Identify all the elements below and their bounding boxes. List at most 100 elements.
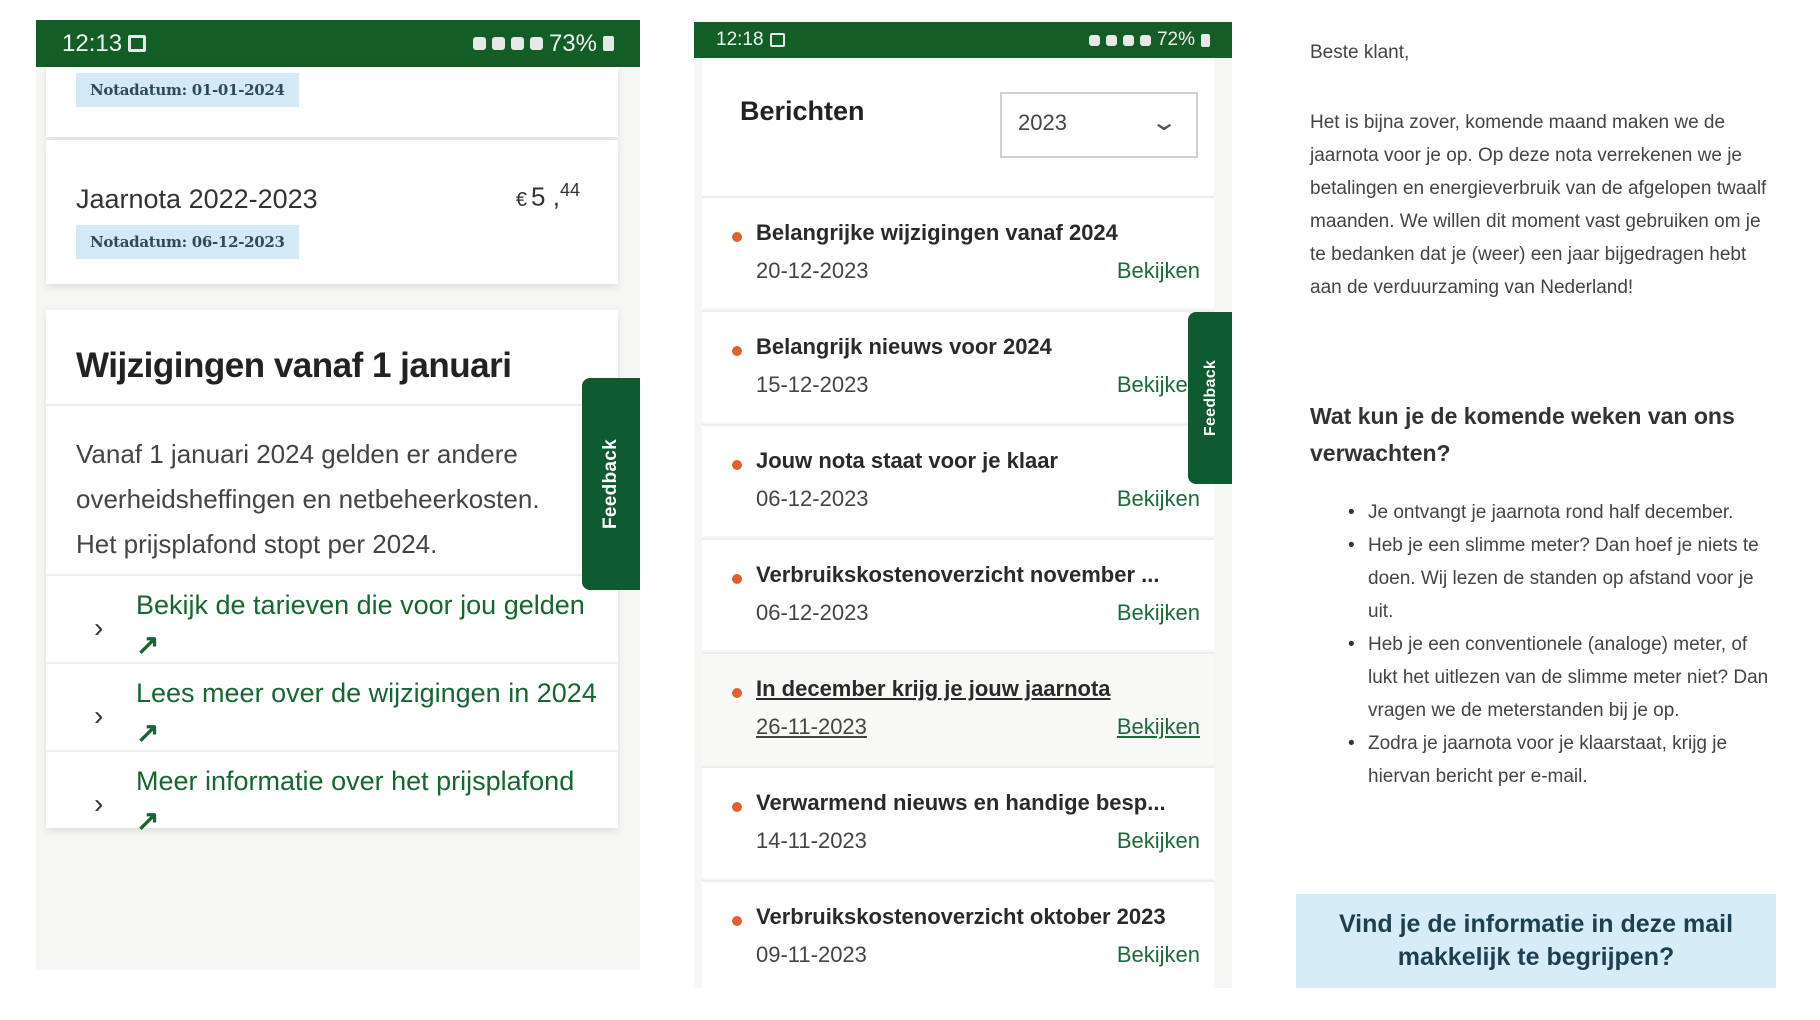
gallery-icon [769, 33, 785, 47]
email-subheading: Wat kun je de komende weken van ons verw… [1310, 403, 1735, 466]
changes-body-line: overheidsheffingen en netbeheerkosten. [76, 484, 540, 514]
battery-icon [603, 36, 614, 51]
feedback-tab[interactable]: Feedback [1188, 312, 1232, 484]
message-view-link[interactable]: Bekijken [1117, 942, 1200, 968]
nota-card-previous[interactable]: Notadatum: 01-01-2024 [46, 67, 618, 137]
message-item[interactable]: Verbruikskostenoverzicht november ... 06… [702, 538, 1214, 650]
changes-body-line: Vanaf 1 januari 2024 gelden er andere [76, 439, 518, 469]
bullet-dot-icon [732, 916, 742, 926]
email-greeting: Beste klant, [1310, 42, 1410, 63]
external-link-icon: ↗ [136, 805, 160, 836]
list-item: Heb je een conventionele (analoge) meter… [1348, 628, 1774, 727]
list-item: Je ontvangt je jaarnota rond half decemb… [1348, 496, 1774, 529]
jaarnota-amount: €5 ,44 [516, 180, 580, 213]
link-label[interactable]: Meer informatie over het prijsplafond [136, 766, 574, 797]
message-date: 20-12-2023 [756, 258, 869, 283]
mute-icon [491, 37, 505, 50]
jaarnota-card[interactable]: Jaarnota 2022-2023 €5 ,44 Notadatum: 06-… [46, 140, 618, 284]
feedback-tab[interactable]: Feedback [582, 378, 640, 590]
alarm-icon [472, 37, 486, 50]
currency-symbol: € [515, 188, 528, 211]
bullet-dot-icon [732, 346, 742, 356]
battery-icon [1201, 33, 1210, 47]
external-link-icon: ↗ [136, 629, 160, 660]
message-date: 06-12-2023 [756, 486, 869, 511]
link-tarieven[interactable]: › Bekijk de tarieven die voor jou gelden… [46, 574, 618, 662]
year-select[interactable]: 2023 ⌄ [1000, 92, 1198, 158]
chevron-right-icon: › [94, 700, 104, 731]
link-label[interactable]: Bekijk de tarieven die voor jou gelden [136, 590, 585, 621]
status-bar: 12:13 73% [36, 20, 640, 67]
message-item[interactable]: Jouw nota staat voor je klaar 06-12-2023… [702, 424, 1214, 536]
message-item[interactable]: Belangrijk nieuws voor 2024 15-12-2023 B… [702, 310, 1214, 422]
wifi-icon [1122, 34, 1134, 46]
gallery-icon [128, 35, 147, 52]
bullet-dot-icon [732, 232, 742, 242]
alarm-icon [1088, 34, 1100, 46]
notadatum-badge: Notadatum: 01-01-2024 [76, 73, 299, 107]
message-item[interactable]: Verbruikskostenoverzicht oktober 2023 09… [702, 880, 1214, 988]
message-view-link[interactable]: Bekijken [1117, 714, 1200, 740]
status-time: 12:18 [716, 29, 764, 50]
year-select-value: 2023 [1018, 110, 1067, 135]
chevron-right-icon: › [94, 612, 104, 643]
email-bullet-list: Je ontvangt je jaarnota rond half decemb… [1348, 496, 1774, 793]
changes-title: Wijzigingen vanaf 1 januari [76, 346, 512, 385]
bullet-dot-icon [732, 460, 742, 470]
message-date: 06-12-2023 [756, 600, 869, 625]
external-link-icon: ↗ [136, 717, 160, 748]
message-title: Verbruikskostenoverzicht oktober 2023 [756, 904, 1166, 929]
feedback-question-banner[interactable]: Vind je de informatie in deze mail makke… [1296, 894, 1776, 988]
app-screen-jaarnota: 12:13 73% Notadatum: 01-01-2024 Jaarnota… [36, 20, 640, 970]
link-prijsplafond[interactable]: › Meer informatie over het prijsplafond … [46, 750, 618, 836]
changes-body: Vanaf 1 januari 2024 gelden er andere ov… [76, 432, 540, 567]
chevron-right-icon: › [94, 788, 104, 819]
bullet-dot-icon [732, 688, 742, 698]
link-wijzigingen-2024[interactable]: › Lees meer over de wijzigingen in 2024 … [46, 662, 618, 750]
amount-whole: 5 , [531, 181, 560, 212]
list-item: Heb je een slimme meter? Dan hoef je nie… [1348, 529, 1774, 628]
signal-icon [1139, 34, 1151, 46]
feedback-label: Feedback [1202, 359, 1219, 437]
page-title: Berichten [740, 96, 865, 126]
message-view-link[interactable]: Bekijken [1117, 828, 1200, 854]
list-item: Zodra je jaarnota voor je klaarstaat, kr… [1348, 727, 1774, 793]
jaarnota-title: Jaarnota 2022-2023 [76, 184, 318, 214]
message-view-link[interactable]: Bekijken [1117, 258, 1200, 284]
message-title: In december krijg je jouw jaarnota [756, 676, 1111, 701]
message-title: Belangrijke wijzigingen vanaf 2024 [756, 220, 1118, 245]
mute-icon [1105, 34, 1117, 46]
message-item[interactable]: In december krijg je jouw jaarnota 26-11… [702, 652, 1214, 764]
message-item[interactable]: Verwarmend nieuws en handige besp... 14-… [702, 766, 1214, 878]
message-item[interactable]: Belangrijke wijzigingen vanaf 2024 20-12… [702, 196, 1214, 308]
link-label[interactable]: Lees meer over de wijzigingen in 2024 [136, 678, 597, 709]
message-date: 09-11-2023 [756, 942, 867, 967]
email-preview: Beste klant, Het is bijna zover, komende… [1292, 22, 1780, 988]
bullet-dot-icon [732, 802, 742, 812]
email-body: Het is bijna zover, komende maand maken … [1310, 112, 1767, 298]
bullet-dot-icon [732, 574, 742, 584]
notadatum-badge: Notadatum: 06-12-2023 [76, 225, 299, 259]
feedback-label: Feedback [600, 438, 621, 530]
message-date: 26-11-2023 [756, 714, 867, 739]
chevron-down-icon: ⌄ [1149, 109, 1179, 136]
signal-icon [529, 37, 543, 50]
wifi-icon [510, 37, 524, 50]
status-bar: 12:18 72% [694, 22, 1232, 58]
message-date: 14-11-2023 [756, 828, 867, 853]
message-title: Verbruikskostenoverzicht november ... [756, 562, 1160, 587]
berichten-header: Berichten 2023 ⌄ [702, 58, 1214, 208]
amount-cents: 44 [559, 180, 580, 200]
app-screen-berichten: 12:18 72% Berichten 2023 ⌄ Belangrijke w… [694, 22, 1232, 988]
message-title: Belangrijk nieuws voor 2024 [756, 334, 1052, 359]
changes-body-line: Het prijsplafond stopt per 2024. [76, 529, 438, 559]
message-view-link[interactable]: Bekijken [1117, 486, 1200, 512]
status-time: 12:13 [62, 29, 123, 57]
message-date: 15-12-2023 [756, 372, 869, 397]
message-title: Verwarmend nieuws en handige besp... [756, 790, 1166, 815]
changes-card: Wijzigingen vanaf 1 januari Vanaf 1 janu… [46, 310, 618, 836]
battery-level: 73% [548, 29, 597, 57]
battery-level: 72% [1156, 29, 1195, 50]
message-view-link[interactable]: Bekijken [1117, 600, 1200, 626]
message-title: Jouw nota staat voor je klaar [756, 448, 1058, 473]
